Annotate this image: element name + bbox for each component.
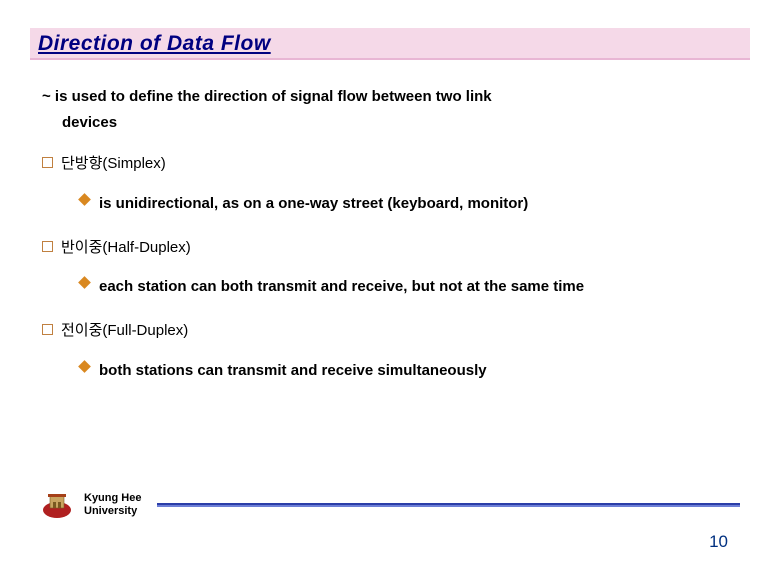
list-item: 반이중(Half-Duplex): [42, 237, 738, 260]
intro-text: ~ is used to define the direction of sig…: [42, 84, 738, 135]
slide-footer: Kyung Hee University 10: [0, 490, 780, 550]
university-logo-icon: [40, 490, 74, 520]
university-line-2: University: [84, 505, 137, 517]
list-subitem: each station can both transmit and recei…: [80, 273, 738, 300]
square-bullet-icon: [42, 157, 53, 168]
square-bullet-icon: [42, 241, 53, 252]
footer-rule: [157, 503, 740, 507]
item-label: 단방향(Simplex): [61, 153, 166, 176]
intro-line-1: ~ is used to define the direction of sig…: [42, 88, 492, 105]
diamond-bullet-icon: [78, 193, 91, 206]
title-bar: Direction of Data Flow: [30, 28, 750, 60]
diamond-bullet-icon: [78, 276, 91, 289]
university-name: Kyung Hee University: [84, 492, 141, 518]
list-subitem: both stations can transmit and receive s…: [80, 357, 738, 384]
slide-content: ~ is used to define the direction of sig…: [0, 60, 780, 384]
slide-title: Direction of Data Flow: [38, 32, 742, 56]
list-item: 단방향(Simplex): [42, 153, 738, 176]
page-number: 10: [709, 532, 728, 552]
item-detail: both stations can transmit and receive s…: [99, 357, 487, 384]
list-subitem: is unidirectional, as on a one-way stree…: [80, 190, 738, 217]
item-label: 반이중(Half-Duplex): [61, 237, 191, 260]
item-detail: each station can both transmit and recei…: [99, 273, 584, 300]
item-detail: is unidirectional, as on a one-way stree…: [99, 190, 528, 217]
list-item: 전이중(Full-Duplex): [42, 320, 738, 343]
intro-line-2: devices: [42, 114, 117, 131]
footer-inner: Kyung Hee University: [40, 490, 740, 520]
diamond-bullet-icon: [78, 360, 91, 373]
university-line-1: Kyung Hee: [84, 492, 141, 504]
footer-rule-wrap: [151, 503, 740, 507]
square-bullet-icon: [42, 324, 53, 335]
item-label: 전이중(Full-Duplex): [61, 320, 188, 343]
